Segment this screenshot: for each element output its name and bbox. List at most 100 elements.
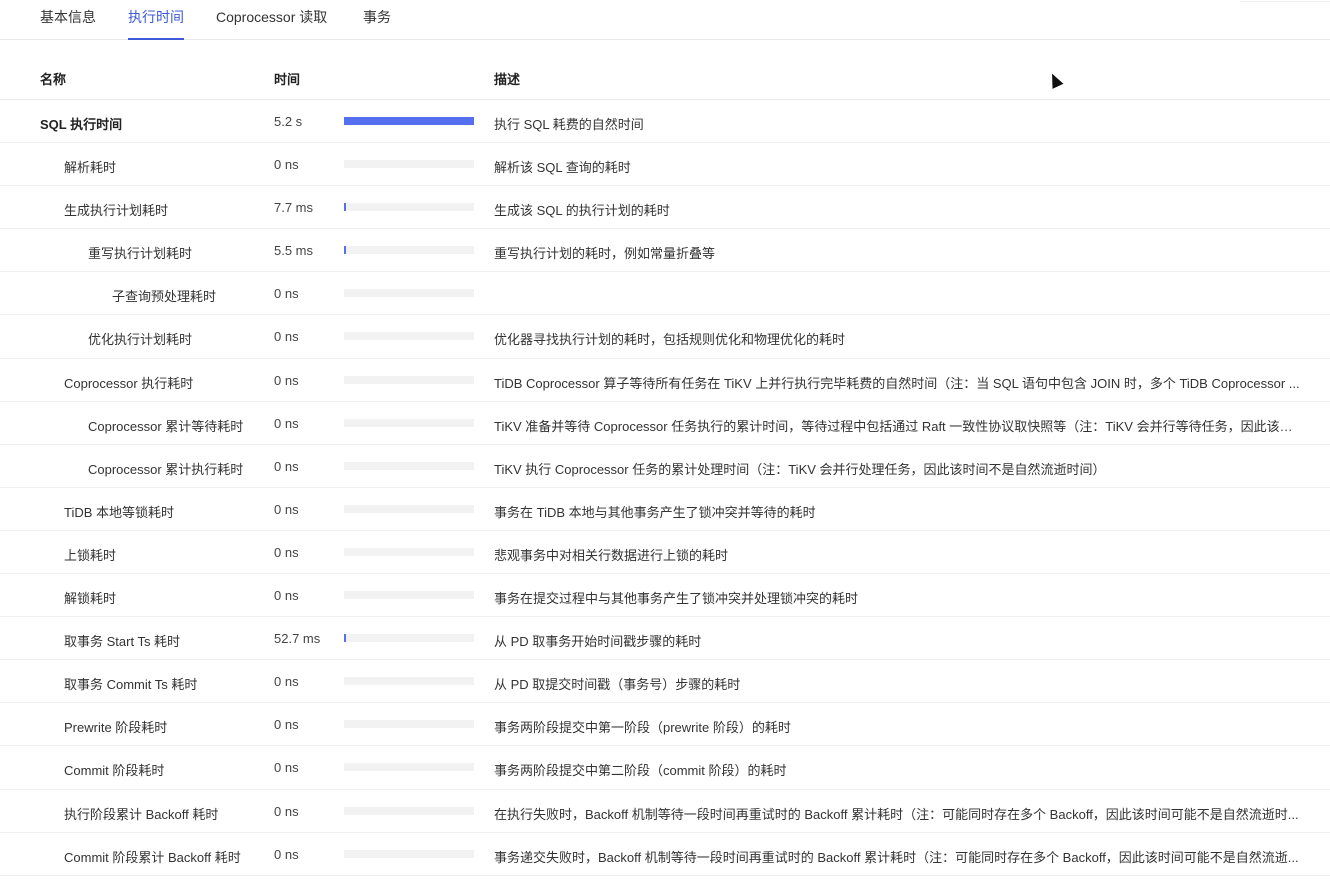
time-bar xyxy=(344,117,474,125)
time-bar xyxy=(344,806,474,815)
table-row[interactable]: 取事务 Commit Ts 耗时 0 ns 从 PD 取提交时间戳（事务号）步骤… xyxy=(0,660,1330,704)
time-bar xyxy=(344,634,474,643)
table-row[interactable]: 重写执行计划耗时 5.5 ms 重写执行计划的耗时，例如常量折叠等 xyxy=(0,229,1330,273)
time-bar xyxy=(344,591,474,600)
column-header-description[interactable]: 描述 xyxy=(494,69,520,88)
time-bar xyxy=(344,547,474,556)
time-bar xyxy=(344,375,474,384)
row-time: 0 ns xyxy=(274,157,299,173)
row-name: 优化执行计划耗时 xyxy=(88,332,193,348)
row-description: 生成该 SQL 的执行计划的耗时 xyxy=(494,203,670,219)
row-description: 事务两阶段提交中第一阶段（prewrite 阶段）的耗时 xyxy=(494,720,791,736)
row-name: Coprocessor 执行耗时 xyxy=(64,375,194,391)
row-time: 0 ns xyxy=(274,674,299,690)
table-row[interactable]: SQL 执行时间 5.2 s 执行 SQL 耗费的自然时间 xyxy=(0,100,1330,144)
table-header: 名称 时间 描述 xyxy=(0,56,1330,100)
time-bar xyxy=(344,289,474,298)
row-description: TiKV 准备并等待 Coprocessor 任务执行的累计时间，等待过程中包括… xyxy=(494,418,1302,434)
row-name: Commit 阶段累计 Backoff 耗时 xyxy=(64,849,241,865)
row-time: 0 ns xyxy=(274,846,299,862)
row-time: 0 ns xyxy=(274,372,299,388)
row-description: 事务递交失败时，Backoff 机制等待一段时间再重试时的 Backoff 累计… xyxy=(494,849,1299,865)
table-row[interactable]: 解锁耗时 0 ns 事务在提交过程中与其他事务产生了锁冲突并处理锁冲突的耗时 xyxy=(0,574,1330,618)
row-name: TiDB 本地等锁耗时 xyxy=(64,504,175,520)
time-bar xyxy=(344,720,474,729)
time-bar xyxy=(344,203,474,212)
row-description: 悲观事务中对相关行数据进行上锁的耗时 xyxy=(494,547,729,563)
row-description: 执行 SQL 耗费的自然时间 xyxy=(494,117,644,132)
row-time: 7.7 ms xyxy=(274,200,314,216)
table-row[interactable]: 取事务 Start Ts 耗时 52.7 ms 从 PD 取事务开始时间戳步骤的… xyxy=(0,617,1330,661)
column-header-name[interactable]: 名称 xyxy=(40,69,66,88)
tab-bar: 基本信息 执行时间 Coprocessor 读取 事务 xyxy=(0,0,1330,40)
time-bar-fill xyxy=(344,117,474,125)
row-description: 事务在提交过程中与其他事务产生了锁冲突并处理锁冲突的耗时 xyxy=(494,591,859,607)
row-description: TiKV 执行 Coprocessor 任务的累计处理时间（注：TiKV 会并行… xyxy=(494,461,1106,477)
row-name: 重写执行计划耗时 xyxy=(88,246,193,262)
row-time: 0 ns xyxy=(274,544,299,560)
row-description: 事务在 TiDB 本地与其他事务产生了锁冲突并等待的耗时 xyxy=(494,504,816,520)
table-row[interactable]: Coprocessor 累计等待耗时 0 ns TiKV 准备并等待 Copro… xyxy=(0,402,1330,445)
row-description: TiDB Coprocessor 算子等待所有任务在 TiKV 上并行执行完毕耗… xyxy=(494,375,1300,391)
tab-coprocessor-read[interactable]: Coprocessor 读取 xyxy=(216,0,327,40)
row-description: 在执行失败时，Backoff 机制等待一段时间再重试时的 Backoff 累计耗… xyxy=(494,806,1299,822)
table-row[interactable]: 上锁耗时 0 ns 悲观事务中对相关行数据进行上锁的耗时 xyxy=(0,531,1330,575)
time-bar-fill xyxy=(344,246,346,255)
tab-transaction[interactable]: 事务 xyxy=(363,0,391,40)
row-time: 52.7 ms xyxy=(274,631,321,647)
row-name: 子查询预处理耗时 xyxy=(112,289,217,305)
table-row[interactable]: 执行阶段累计 Backoff 耗时 0 ns 在执行失败时，Backoff 机制… xyxy=(0,790,1330,833)
row-time: 0 ns xyxy=(274,803,299,819)
time-bar xyxy=(344,246,474,255)
row-time: 0 ns xyxy=(274,458,299,474)
time-bar-fill xyxy=(344,634,346,643)
row-description: 事务两阶段提交中第二阶段（commit 阶段）的耗时 xyxy=(494,763,787,779)
table-row[interactable]: Prewrite 阶段耗时 0 ns 事务两阶段提交中第一阶段（prewrite… xyxy=(0,703,1330,747)
time-bar xyxy=(344,763,474,772)
row-name: 取事务 Commit Ts 耗时 xyxy=(64,677,198,693)
row-name: 上锁耗时 xyxy=(64,547,117,563)
top-right-edge xyxy=(1240,0,1330,2)
row-name: 取事务 Start Ts 耗时 xyxy=(64,634,181,650)
table-row[interactable]: 优化执行计划耗时 0 ns 优化器寻找执行计划的耗时，包括规则优化和物理优化的耗… xyxy=(0,315,1330,359)
row-name: 解锁耗时 xyxy=(64,591,117,607)
table-row[interactable]: TiDB 本地等锁耗时 0 ns 事务在 TiDB 本地与其他事务产生了锁冲突并… xyxy=(0,488,1330,531)
row-description: 解析该 SQL 查询的耗时 xyxy=(494,160,631,176)
time-bar xyxy=(344,504,474,513)
row-time: 0 ns xyxy=(274,286,299,302)
row-description: 从 PD 取提交时间戳（事务号）步骤的耗时 xyxy=(494,677,741,693)
row-time: 0 ns xyxy=(274,415,299,431)
row-name: 执行阶段累计 Backoff 耗时 xyxy=(64,806,219,822)
table-row[interactable]: Commit 阶段累计 Backoff 耗时 0 ns 事务递交失败时，Back… xyxy=(0,833,1330,876)
row-name: 解析耗时 xyxy=(64,160,117,176)
time-bar xyxy=(344,332,474,341)
table-row[interactable]: Coprocessor 累计执行耗时 0 ns TiKV 执行 Coproces… xyxy=(0,445,1330,488)
row-time: 0 ns xyxy=(274,501,299,517)
row-time: 0 ns xyxy=(274,717,299,733)
row-time: 0 ns xyxy=(274,588,299,604)
time-bar xyxy=(344,160,474,169)
tab-basic-info[interactable]: 基本信息 xyxy=(40,0,96,40)
table-body: SQL 执行时间 5.2 s 执行 SQL 耗费的自然时间 解析耗时 0 ns 解… xyxy=(0,100,1330,876)
table-row[interactable]: Commit 阶段耗时 0 ns 事务两阶段提交中第二阶段（commit 阶段）… xyxy=(0,746,1330,790)
time-bar xyxy=(344,461,474,470)
execution-time-table: 名称 时间 描述 SQL 执行时间 5.2 s 执行 SQL 耗费的自然时间 解析… xyxy=(0,56,1330,876)
time-bar xyxy=(344,418,474,427)
row-time: 5.2 s xyxy=(274,114,303,129)
table-row[interactable]: 生成执行计划耗时 7.7 ms 生成该 SQL 的执行计划的耗时 xyxy=(0,186,1330,230)
column-header-time[interactable]: 时间 xyxy=(274,69,300,88)
row-name: 生成执行计划耗时 xyxy=(64,203,169,219)
table-row[interactable]: Coprocessor 执行耗时 0 ns TiDB Coprocessor 算… xyxy=(0,359,1330,402)
table-row[interactable]: 子查询预处理耗时 0 ns xyxy=(0,272,1330,316)
row-name: Coprocessor 累计执行耗时 xyxy=(88,461,244,477)
table-row[interactable]: 解析耗时 0 ns 解析该 SQL 查询的耗时 xyxy=(0,143,1330,187)
row-time: 5.5 ms xyxy=(274,243,314,259)
time-bar-fill xyxy=(344,203,346,212)
tab-execution-time[interactable]: 执行时间 xyxy=(128,0,184,40)
row-description: 从 PD 取事务开始时间戳步骤的耗时 xyxy=(494,634,702,650)
time-bar xyxy=(344,849,474,858)
row-time: 0 ns xyxy=(274,760,299,776)
row-time: 0 ns xyxy=(274,329,299,345)
row-name: Coprocessor 累计等待耗时 xyxy=(88,418,244,434)
row-description: 重写执行计划的耗时，例如常量折叠等 xyxy=(494,246,716,262)
